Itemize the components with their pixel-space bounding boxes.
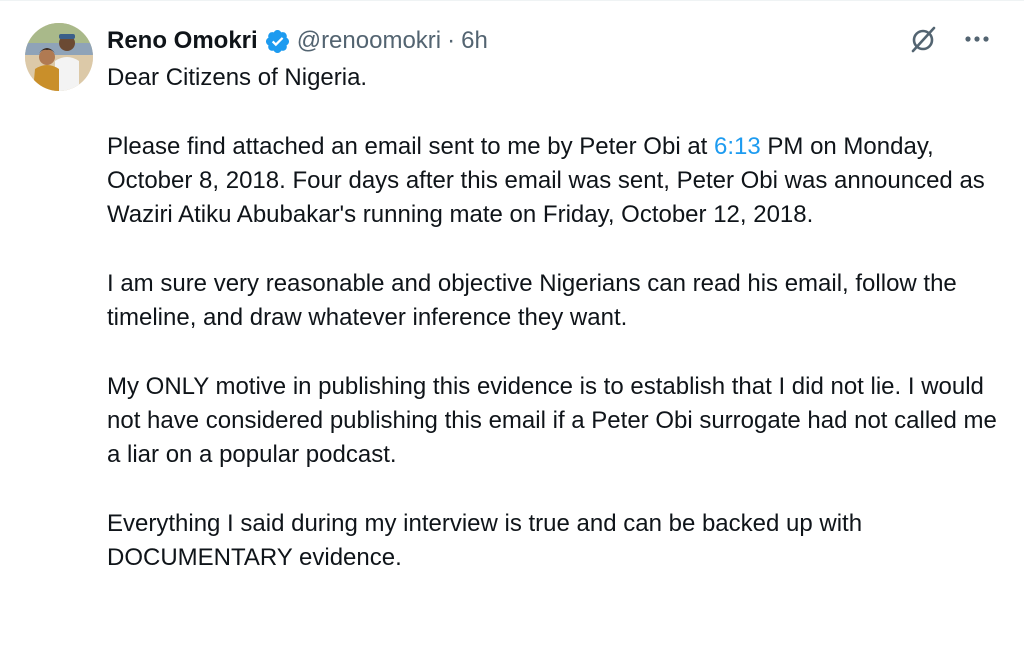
tweet[interactable]: Reno Omokri @renoomokri · 6h Dear Citize…: [0, 0, 1024, 645]
tweet-actions: [906, 22, 994, 56]
tweet-paragraph: My ONLY motive in publishing this eviden…: [107, 372, 997, 469]
timestamp[interactable]: 6h: [461, 24, 488, 58]
author-name[interactable]: Reno Omokri: [107, 24, 258, 58]
grok-icon[interactable]: [906, 22, 940, 56]
avatar[interactable]: [25, 23, 93, 91]
more-icon[interactable]: [960, 22, 994, 56]
author-handle[interactable]: @renoomokri: [297, 24, 441, 58]
tweet-paragraph: Please find attached an email sent to me…: [107, 130, 1007, 233]
tweet-text: Dear Citizens of Nigeria. Please find at…: [107, 61, 1007, 575]
tweet-paragraph: Everything I said during my interview is…: [107, 509, 863, 572]
separator: ·: [447, 27, 456, 54]
divider: [0, 0, 1024, 1]
tweet-paragraph: I am sure very reasonable and objective …: [107, 269, 957, 332]
tweet-text-segment: Please find attached an email sent to me…: [107, 132, 715, 160]
tweet-header: Reno Omokri @renoomokri · 6h: [107, 24, 488, 58]
tweet-paragraph: Dear Citizens of Nigeria.: [107, 64, 368, 91]
verified-badge-icon[interactable]: [264, 28, 291, 55]
time-link[interactable]: 6:13: [714, 133, 761, 160]
